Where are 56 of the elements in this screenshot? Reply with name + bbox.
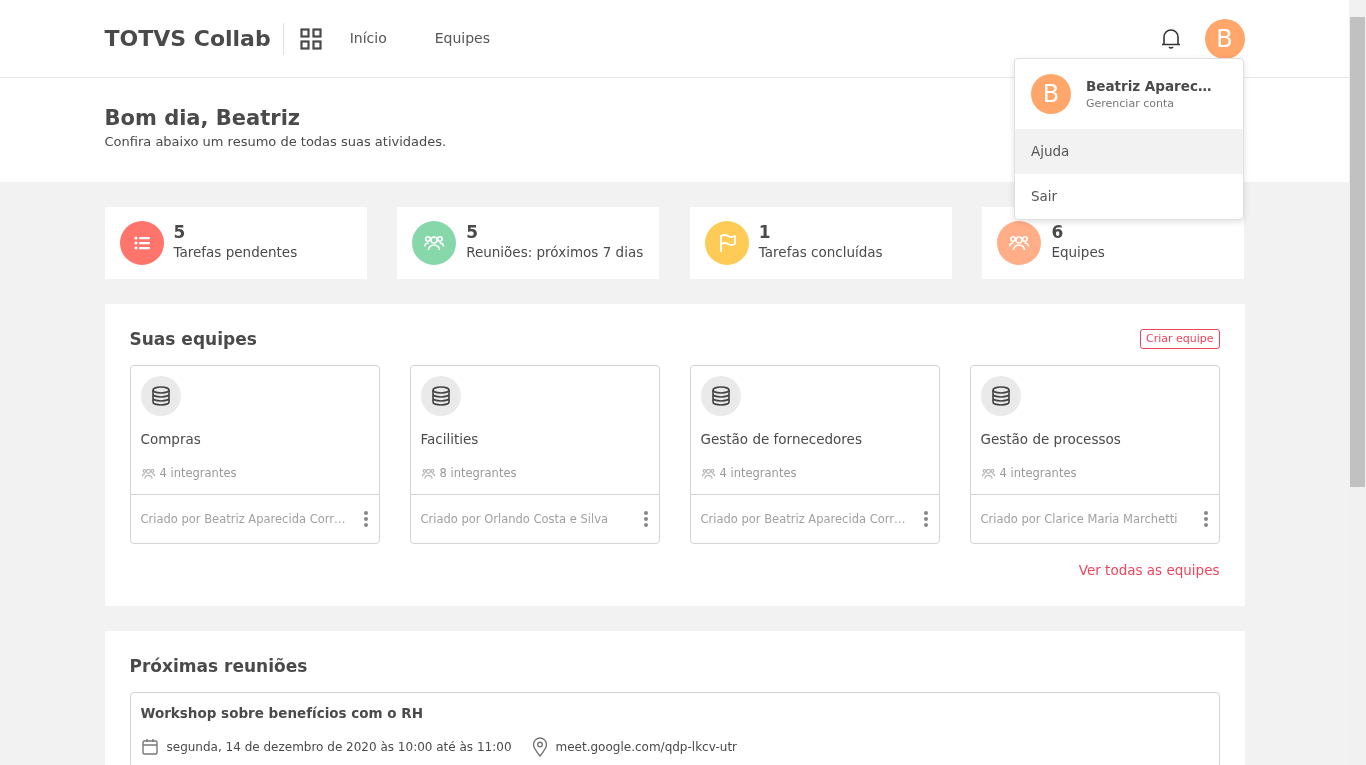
section-title: Próximas reuniões: [129, 655, 309, 677]
meeting-location: meet.google.com/qdp-lkcv-utr: [555, 739, 738, 757]
more-options-icon[interactable]: [362, 510, 369, 529]
creator-text: Criado por Beatriz Aparecida Corr…: [140, 510, 346, 528]
user-name: Beatriz Aparec…: [1086, 76, 1212, 96]
meeting-date: segunda, 14 de dezembro de 2020 às 10:00 até às 11:00: [166, 739, 512, 757]
see-all-teams-link[interactable]: Ver todas as equipes: [1078, 560, 1220, 581]
people-icon: [700, 467, 716, 481]
menu-item[interactable]: Sair: [1015, 174, 1243, 219]
member-count: 4 integrantes: [719, 465, 797, 483]
nav-link[interactable]: Início: [349, 28, 387, 49]
creator-text: Criado por Orlando Costa e Silva: [420, 510, 609, 528]
section-title: Suas equipes: [129, 328, 257, 349]
team-card[interactable]: Compras 4 integrantes Criado por Beatriz Aparecida Corr…: [129, 364, 380, 545]
stat-value: 6: [1051, 222, 1065, 243]
stat-value: 5: [466, 222, 479, 243]
create-team-button[interactable]: Criar equipe: [1139, 328, 1220, 349]
app-logo[interactable]: TOTVS Collab: [104, 22, 284, 55]
team-name: Gestão de processos: [980, 429, 1122, 449]
database-icon: [429, 384, 452, 407]
menu-item[interactable]: Ajuda: [1015, 129, 1243, 174]
stat-label: Tarefas concluídas: [758, 243, 883, 263]
greeting-title: Bom dia, Beatriz: [104, 105, 302, 132]
team-card[interactable]: Gestão de processos 4 integrantes Criado por Clarice Maria Marchetti: [969, 364, 1220, 545]
stat-label: Equipes: [1051, 243, 1105, 263]
nav-link[interactable]: Equipes: [434, 28, 491, 49]
stat-value: 1: [758, 222, 772, 243]
more-options-icon[interactable]: [1202, 510, 1209, 529]
creator-text: Criado por Beatriz Aparecida Corr…: [700, 510, 906, 528]
database-icon: [709, 384, 732, 407]
team-card[interactable]: Gestão de fornecedores 4 integrantes Criado por Beatriz Aparecida Corr…: [689, 364, 940, 545]
team-card[interactable]: Facilities 8 integrantes Criado por Orlando Costa e Silva: [409, 364, 660, 545]
database-icon: [989, 384, 1012, 407]
more-options-icon[interactable]: [922, 510, 929, 529]
team-name: Facilities: [420, 429, 480, 449]
team-name: Compras: [140, 429, 202, 449]
meeting-title: Workshop sobre benefícios com o RH: [140, 704, 425, 724]
people-icon: [140, 467, 156, 481]
stat-label: Reuniões: próximos 7 dias: [466, 243, 644, 263]
member-count: 4 integrantes: [159, 465, 237, 483]
people-icon: [980, 467, 996, 481]
notification-bell-icon[interactable]: [1160, 27, 1181, 50]
stat-value: 5: [173, 222, 187, 243]
database-icon: [149, 384, 172, 407]
calendar-icon: [140, 738, 159, 757]
more-options-icon[interactable]: [642, 510, 649, 529]
meeting-card[interactable]: Workshop sobre benefícios com o RH segunda, 14 de dezembro de 2020 às 10:00 até às 11:00 meet.google.com/qdp-lkcv-utr: [129, 692, 1220, 765]
member-count: 8 integrantes: [439, 465, 517, 483]
location-pin-icon: [531, 737, 548, 758]
creator-text: Criado por Clarice Maria Marchetti: [980, 510, 1178, 528]
apps-grid-icon[interactable]: [299, 27, 322, 50]
people-icon: [420, 467, 436, 481]
stat-label: Tarefas pendentes: [173, 243, 298, 263]
member-count: 4 integrantes: [999, 465, 1077, 483]
manage-account-link[interactable]: Gerenciar conta: [1086, 95, 1212, 113]
team-name: Gestão de fornecedores: [700, 429, 863, 449]
